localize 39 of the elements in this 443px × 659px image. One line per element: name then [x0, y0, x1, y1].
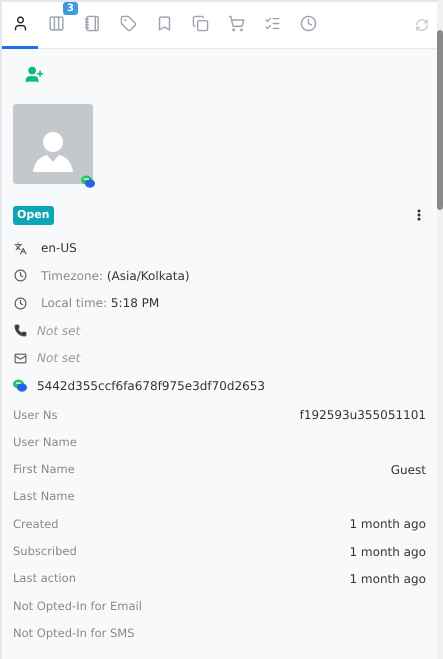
attribute-label: Last Name: [13, 488, 75, 506]
attribute-value: 1 month ago: [349, 570, 426, 588]
phone-icon: [14, 324, 26, 338]
refresh-icon[interactable]: [415, 18, 429, 32]
attribute-label: Not Opted-In for Email: [13, 598, 142, 615]
tag-icon: [120, 15, 136, 32]
chat-icon: [81, 175, 95, 188]
clock-icon: [14, 296, 26, 310]
scrollbar-thumb[interactable]: [437, 30, 443, 210]
count-badge: 3: [63, 2, 78, 14]
clock-icon: [14, 269, 26, 282]
clock-icon: [300, 15, 316, 32]
attribute-label: User Name: [13, 434, 77, 451]
attribute-label: Not Opted-In for SMS: [13, 624, 135, 642]
cart-icon: [228, 15, 244, 32]
columns-icon: [48, 15, 64, 32]
attribute-value: Guest: [390, 462, 426, 479]
info-text: Not set: [37, 322, 80, 340]
attribute-label: First Name: [13, 461, 75, 478]
notebook-icon: [84, 15, 100, 32]
attribute-value: 1 month ago: [349, 516, 426, 534]
chat-icon: [13, 379, 27, 392]
documents-icon: [192, 15, 208, 32]
info-text: Timezone: (Asia/Kolkata): [41, 268, 190, 285]
attribute-label: Last action: [13, 570, 76, 588]
info-text: en-US: [41, 240, 77, 258]
language-icon: [14, 242, 26, 255]
status-badge: Open: [13, 206, 54, 224]
info-text: 5442d355ccf6fa678f975e3df70d2653: [37, 378, 266, 395]
attribute-label: Created: [13, 516, 59, 533]
mail-icon: [14, 352, 26, 365]
attribute-value: 1 month ago: [349, 544, 426, 561]
checklist-icon: [264, 15, 280, 32]
info-text: Not set: [37, 350, 80, 368]
info-text: Local time: 5:18 PM: [41, 295, 160, 312]
add-user-icon[interactable]: [25, 65, 44, 84]
attribute-value: f192593u355051101: [300, 407, 426, 424]
attribute-label: User Ns: [13, 406, 58, 424]
attribute-label: Subscribed: [13, 543, 77, 560]
